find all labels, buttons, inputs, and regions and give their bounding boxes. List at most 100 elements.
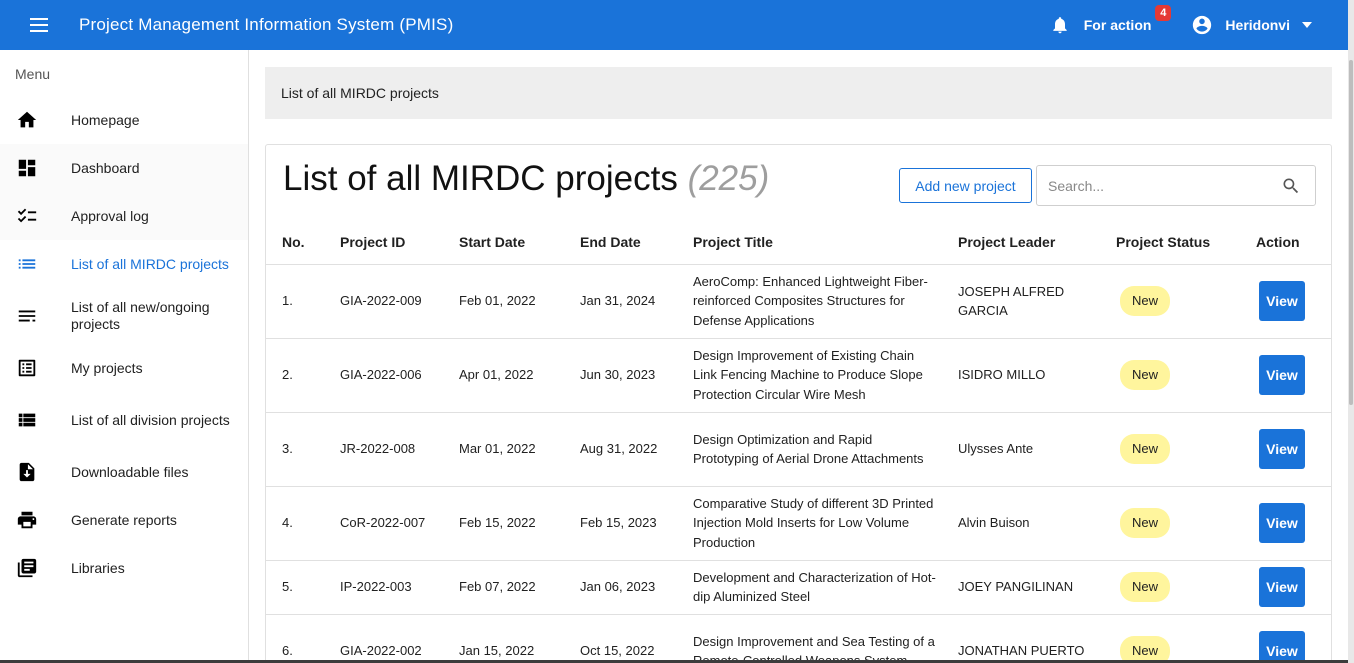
- dashboard-icon: [16, 157, 38, 179]
- projects-card: List of all MIRDC projects (225) Add new…: [265, 144, 1332, 663]
- start-date: Feb 07, 2022: [459, 560, 580, 615]
- project-leader: JONATHAN PUERTO: [958, 614, 1116, 663]
- sidebar-nav: Homepage Dashboard Approval log List of …: [0, 96, 248, 592]
- status-badge: New: [1120, 286, 1171, 316]
- scrollbar-thumb[interactable]: [1349, 60, 1353, 405]
- row-number: 2.: [266, 338, 340, 413]
- sidebar-item-libraries[interactable]: Libraries: [0, 544, 248, 592]
- project-leader: JOEY PANGILINAN: [958, 560, 1116, 615]
- library-books-icon: [16, 557, 38, 579]
- top-app-bar: Project Management Information System (P…: [0, 0, 1348, 50]
- end-date: Jun 30, 2023: [580, 338, 693, 413]
- page-scrollbar[interactable]: [1348, 0, 1354, 663]
- column-header[interactable]: Start Date: [459, 220, 580, 265]
- start-date: Feb 15, 2022: [459, 486, 580, 561]
- end-date: Jan 06, 2023: [580, 560, 693, 615]
- hamburger-menu-icon[interactable]: [25, 10, 55, 40]
- project-title: Design Improvement and Sea Testing of a …: [693, 614, 958, 663]
- project-leader: Alvin Buison: [958, 486, 1116, 561]
- sidebar-item-label: Approval log: [71, 207, 149, 224]
- sidebar-item-my-projects[interactable]: My projects: [0, 344, 248, 392]
- column-header[interactable]: Project Status: [1116, 220, 1256, 265]
- projects-table: No. Project ID Start Date End Date Proje…: [266, 220, 1331, 663]
- menu-label: Menu: [15, 66, 51, 82]
- sidebar-item-label: Generate reports: [71, 511, 177, 528]
- table-row[interactable]: 1. GIA-2022-009 Feb 01, 2022 Jan 31, 202…: [266, 264, 1331, 339]
- list-alt-icon: [16, 357, 38, 379]
- view-list-icon: [16, 409, 38, 431]
- status-cell: New: [1116, 560, 1256, 615]
- breadcrumb: List of all MIRDC projects: [265, 67, 1332, 119]
- row-number: 4.: [266, 486, 340, 561]
- action-cell: View: [1256, 412, 1331, 487]
- status-badge: New: [1120, 572, 1171, 602]
- action-cell: View: [1256, 560, 1331, 615]
- view-button[interactable]: View: [1259, 503, 1305, 543]
- row-number: 1.: [266, 264, 340, 339]
- user-name[interactable]: Heridonvi: [1225, 17, 1290, 33]
- sidebar-item-approval-log[interactable]: Approval log: [0, 192, 248, 240]
- table-header-row: No. Project ID Start Date End Date Proje…: [266, 220, 1331, 265]
- app-title: Project Management Information System (P…: [79, 15, 454, 34]
- project-leader: Ulysses Ante: [958, 412, 1116, 487]
- table-row[interactable]: 6. GIA-2022-002 Jan 15, 2022 Oct 15, 202…: [266, 614, 1331, 663]
- sidebar-item-division-projects[interactable]: List of all division projects: [0, 392, 248, 448]
- view-button[interactable]: View: [1259, 355, 1305, 395]
- add-new-project-button[interactable]: Add new project: [899, 168, 1032, 203]
- table-row[interactable]: 2. GIA-2022-006 Apr 01, 2022 Jun 30, 202…: [266, 338, 1331, 413]
- status-badge: New: [1120, 508, 1171, 538]
- bell-icon[interactable]: [1050, 15, 1070, 35]
- status-cell: New: [1116, 412, 1256, 487]
- row-number: 6.: [266, 614, 340, 663]
- row-number: 5.: [266, 560, 340, 615]
- sidebar-item-dashboard[interactable]: Dashboard: [0, 144, 248, 192]
- column-header[interactable]: No.: [266, 220, 340, 265]
- sidebar-item-all-mirdc-projects[interactable]: List of all MIRDC projects: [0, 240, 248, 288]
- notification-badge: 4: [1155, 5, 1172, 21]
- table-row[interactable]: 3. JR-2022-008 Mar 01, 2022 Aug 31, 2022…: [266, 412, 1331, 487]
- project-count: (225): [687, 159, 770, 198]
- account-circle-icon[interactable]: [1191, 14, 1213, 36]
- for-action-label: For action: [1083, 17, 1152, 33]
- action-cell: View: [1256, 264, 1331, 339]
- row-number: 3.: [266, 412, 340, 487]
- project-title: Development and Characterization of Hot-…: [693, 560, 958, 615]
- view-button[interactable]: View: [1259, 631, 1305, 663]
- table-row[interactable]: 4. CoR-2022-007 Feb 15, 2022 Feb 15, 202…: [266, 486, 1331, 561]
- start-date: Apr 01, 2022: [459, 338, 580, 413]
- sidebar-item-label: Homepage: [71, 111, 140, 128]
- sidebar-item-label: List of all new/ongoing projects: [71, 299, 210, 332]
- sidebar-item-label: List of all MIRDC projects: [71, 255, 229, 272]
- sidebar-item-generate-reports[interactable]: Generate reports: [0, 496, 248, 544]
- status-cell: New: [1116, 614, 1256, 663]
- view-button[interactable]: View: [1259, 429, 1305, 469]
- search-input[interactable]: [1048, 177, 1268, 194]
- checklist-icon: [16, 205, 38, 227]
- action-cell: View: [1256, 486, 1331, 561]
- start-date: Mar 01, 2022: [459, 412, 580, 487]
- status-badge: New: [1120, 360, 1171, 390]
- sidebar-item-homepage[interactable]: Homepage: [0, 96, 248, 144]
- sidebar-item-downloadable-files[interactable]: Downloadable files: [0, 448, 248, 496]
- sidebar-item-new-ongoing-projects[interactable]: List of all new/ongoing projects: [0, 288, 248, 344]
- sidebar-item-label: My projects: [71, 359, 143, 376]
- view-button[interactable]: View: [1259, 281, 1305, 321]
- sidebar: Menu Homepage Dashboard Approval log Lis…: [0, 50, 249, 663]
- sidebar-item-label: Downloadable files: [71, 463, 189, 480]
- for-action-button[interactable]: For action 4: [1083, 5, 1172, 33]
- status-badge: New: [1120, 434, 1171, 464]
- chevron-down-icon[interactable]: [1302, 22, 1312, 28]
- search-icon[interactable]: [1281, 176, 1301, 196]
- table-row[interactable]: 5. IP-2022-003 Feb 07, 2022 Jan 06, 2023…: [266, 560, 1331, 615]
- start-date: Feb 01, 2022: [459, 264, 580, 339]
- sidebar-item-label: List of all division projects: [71, 411, 230, 428]
- status-cell: New: [1116, 264, 1256, 339]
- view-button[interactable]: View: [1259, 567, 1305, 607]
- column-header[interactable]: Project ID: [340, 220, 459, 265]
- project-id: CoR-2022-007: [340, 486, 459, 561]
- column-header[interactable]: Project Leader: [958, 220, 1116, 265]
- column-header[interactable]: Project Title: [693, 220, 958, 265]
- column-header[interactable]: End Date: [580, 220, 693, 265]
- page-title: List of all MIRDC projects (225): [283, 159, 769, 199]
- project-id: GIA-2022-006: [340, 338, 459, 413]
